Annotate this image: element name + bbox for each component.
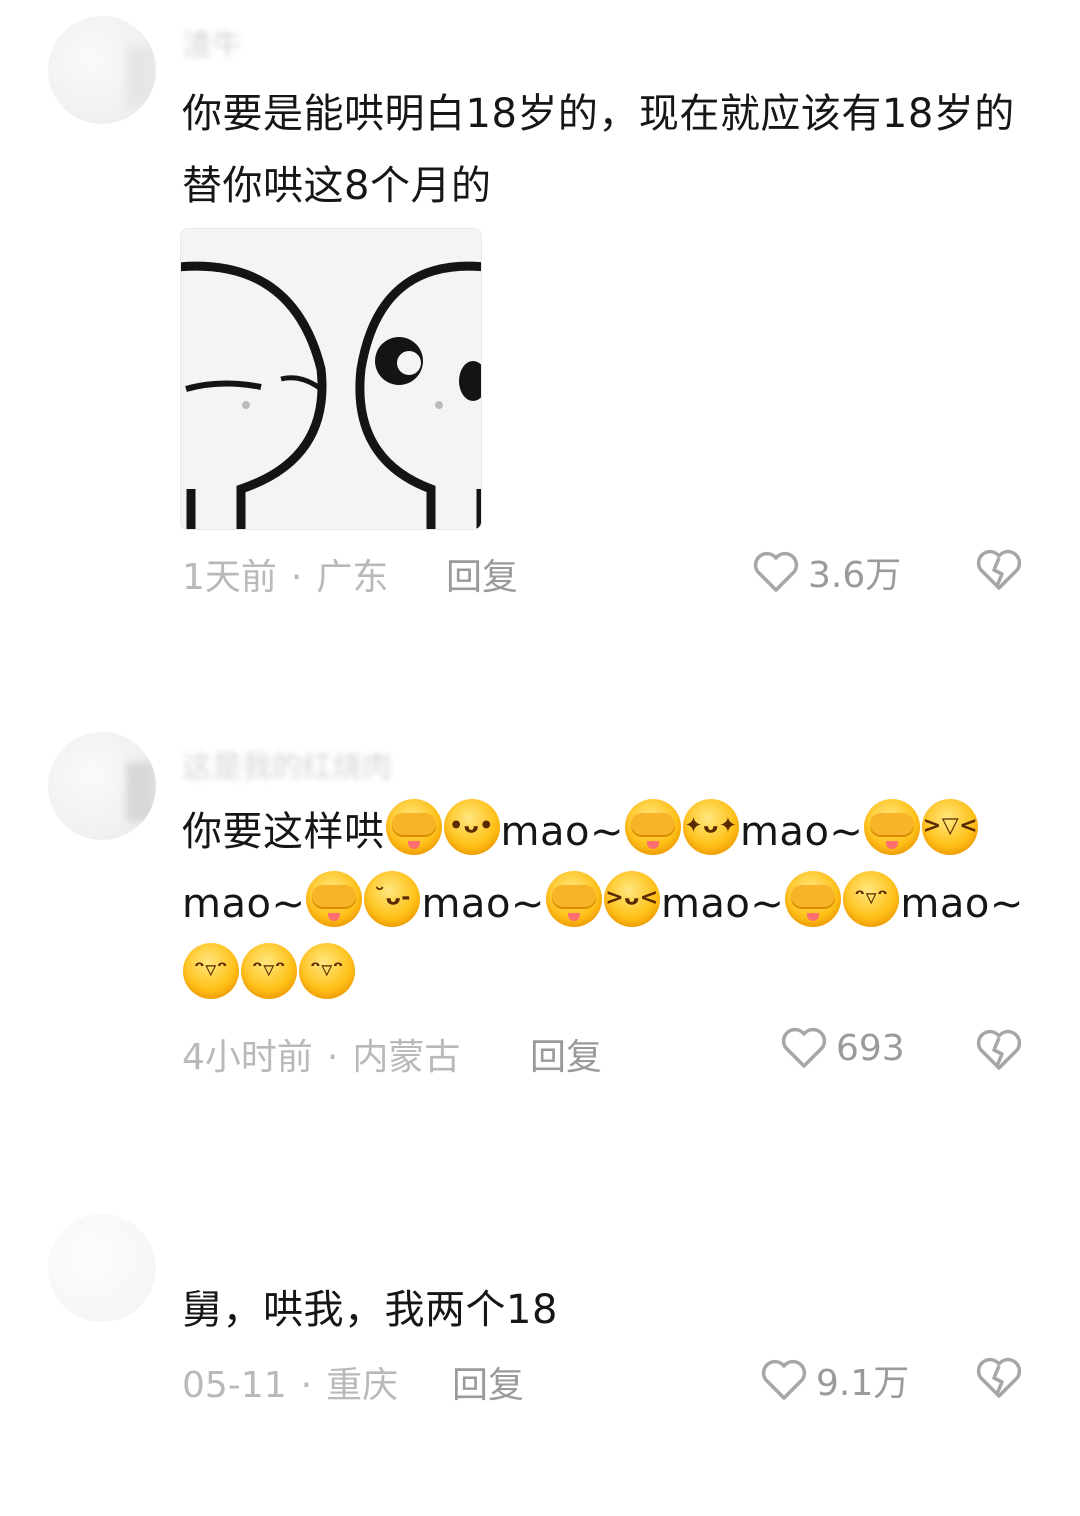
cover-face-emoji [385, 799, 442, 855]
text-segment: mao~ [182, 881, 306, 927]
username[interactable]: 渣牛 [182, 20, 242, 64]
meta-separator: · [326, 1037, 339, 1078]
comment-item: 这是我的红烧肉 你要这样哄 •ᴗ• mao~ ✦ᴗ✦ mao~ >▽< mao~ ˘ᴗ-ma… [0, 720, 1080, 1120]
grin-emoji: ᵔ▿ᵔ [183, 943, 239, 999]
starry-eyes-emoji: ✦ᴗ✦ [682, 799, 739, 855]
heart-outline-icon [761, 1359, 807, 1400]
comment-location: 重庆 [326, 1365, 399, 1406]
comment-time: 05-11 [182, 1365, 287, 1406]
grin-emoji: ᵔ▿ᵔ [241, 943, 297, 999]
grin-emoji: ᵔ▿ᵔ [299, 943, 355, 999]
text-segment: mao~ [421, 881, 545, 927]
tongue-wink-emoji: ˘ᴗ- [364, 871, 421, 927]
sticker-image [181, 229, 481, 529]
comment-text: 你要这样哄 •ᴗ• mao~ ✦ᴗ✦ mao~ >▽< mao~ ˘ᴗ-mao~ >ᴗ< mao… [182, 796, 1042, 1012]
broken-heart-icon[interactable] [975, 548, 1023, 592]
text-segment: mao~ [900, 881, 1024, 927]
comment-meta: 05-11 · 重庆 [182, 1356, 398, 1408]
cover-face-emoji [545, 871, 602, 927]
like-count: 9.1万 [816, 1363, 910, 1404]
heart-outline-icon [781, 1027, 827, 1068]
text-segment: 你要这样哄 [182, 809, 385, 855]
laughing-face-emoji: >▽< [922, 799, 979, 855]
comment-item: 舅，哄我，我两个18 05-11 · 重庆 回复 9.1万 [0, 1200, 1080, 1516]
meta-separator: · [290, 557, 303, 598]
peace-sign-emoji: >ᴗ< [603, 871, 660, 927]
cover-face-emoji [785, 871, 842, 927]
like-button[interactable]: 693 [780, 1026, 905, 1070]
comment-time: 4小时前 [182, 1037, 313, 1078]
like-count: 3.6万 [808, 555, 902, 596]
pleading-face-emoji: •ᴗ• [443, 799, 500, 855]
text-segment: mao~ [500, 809, 624, 855]
reply-button[interactable]: 回复 [530, 1028, 602, 1080]
like-button[interactable]: 9.1万 [760, 1354, 909, 1406]
like-count: 693 [836, 1027, 905, 1069]
comment-text: 你要是能哄明白18岁的，现在就应该有18岁的替你哄这8个月的 [182, 91, 1015, 209]
heart-outline-icon [753, 551, 799, 592]
comment-list: 渣牛 你要是能哄明白18岁的，现在就应该有18岁的替你哄这8个月的 1天前 · … [0, 0, 1080, 1516]
comment-time: 1天前 [182, 557, 277, 598]
like-button[interactable]: 3.6万 [752, 546, 901, 598]
comment-item: 渣牛 你要是能哄明白18岁的，现在就应该有18岁的替你哄这8个月的 1天前 · … [0, 0, 1080, 640]
text-segment: mao~ [660, 881, 785, 927]
reply-button[interactable]: 回复 [446, 548, 518, 600]
cover-face-emoji [306, 871, 363, 927]
avatar[interactable] [48, 1214, 156, 1322]
reply-button[interactable]: 回复 [452, 1356, 524, 1408]
cover-face-emoji [624, 799, 681, 855]
comment-location: 广东 [316, 557, 389, 598]
avatar[interactable] [48, 732, 156, 840]
meta-separator: · [300, 1365, 313, 1406]
comment-location: 内蒙古 [352, 1037, 461, 1078]
avatar[interactable] [48, 16, 156, 124]
comment-text: 舅，哄我，我两个18 [182, 1287, 558, 1333]
comment-meta: 1天前 · 广东 [182, 548, 388, 600]
username[interactable]: 这是我的红烧肉 [182, 742, 392, 786]
comment-image[interactable] [180, 228, 482, 530]
text-segment: mao~ [739, 809, 864, 855]
broken-heart-icon[interactable] [975, 1356, 1023, 1400]
broken-heart-icon[interactable] [975, 1028, 1023, 1072]
comment-meta: 4小时前 · 内蒙古 [182, 1028, 460, 1080]
grin-emoji: ᵔ▿ᵔ [843, 871, 900, 927]
cover-face-emoji [864, 799, 921, 855]
